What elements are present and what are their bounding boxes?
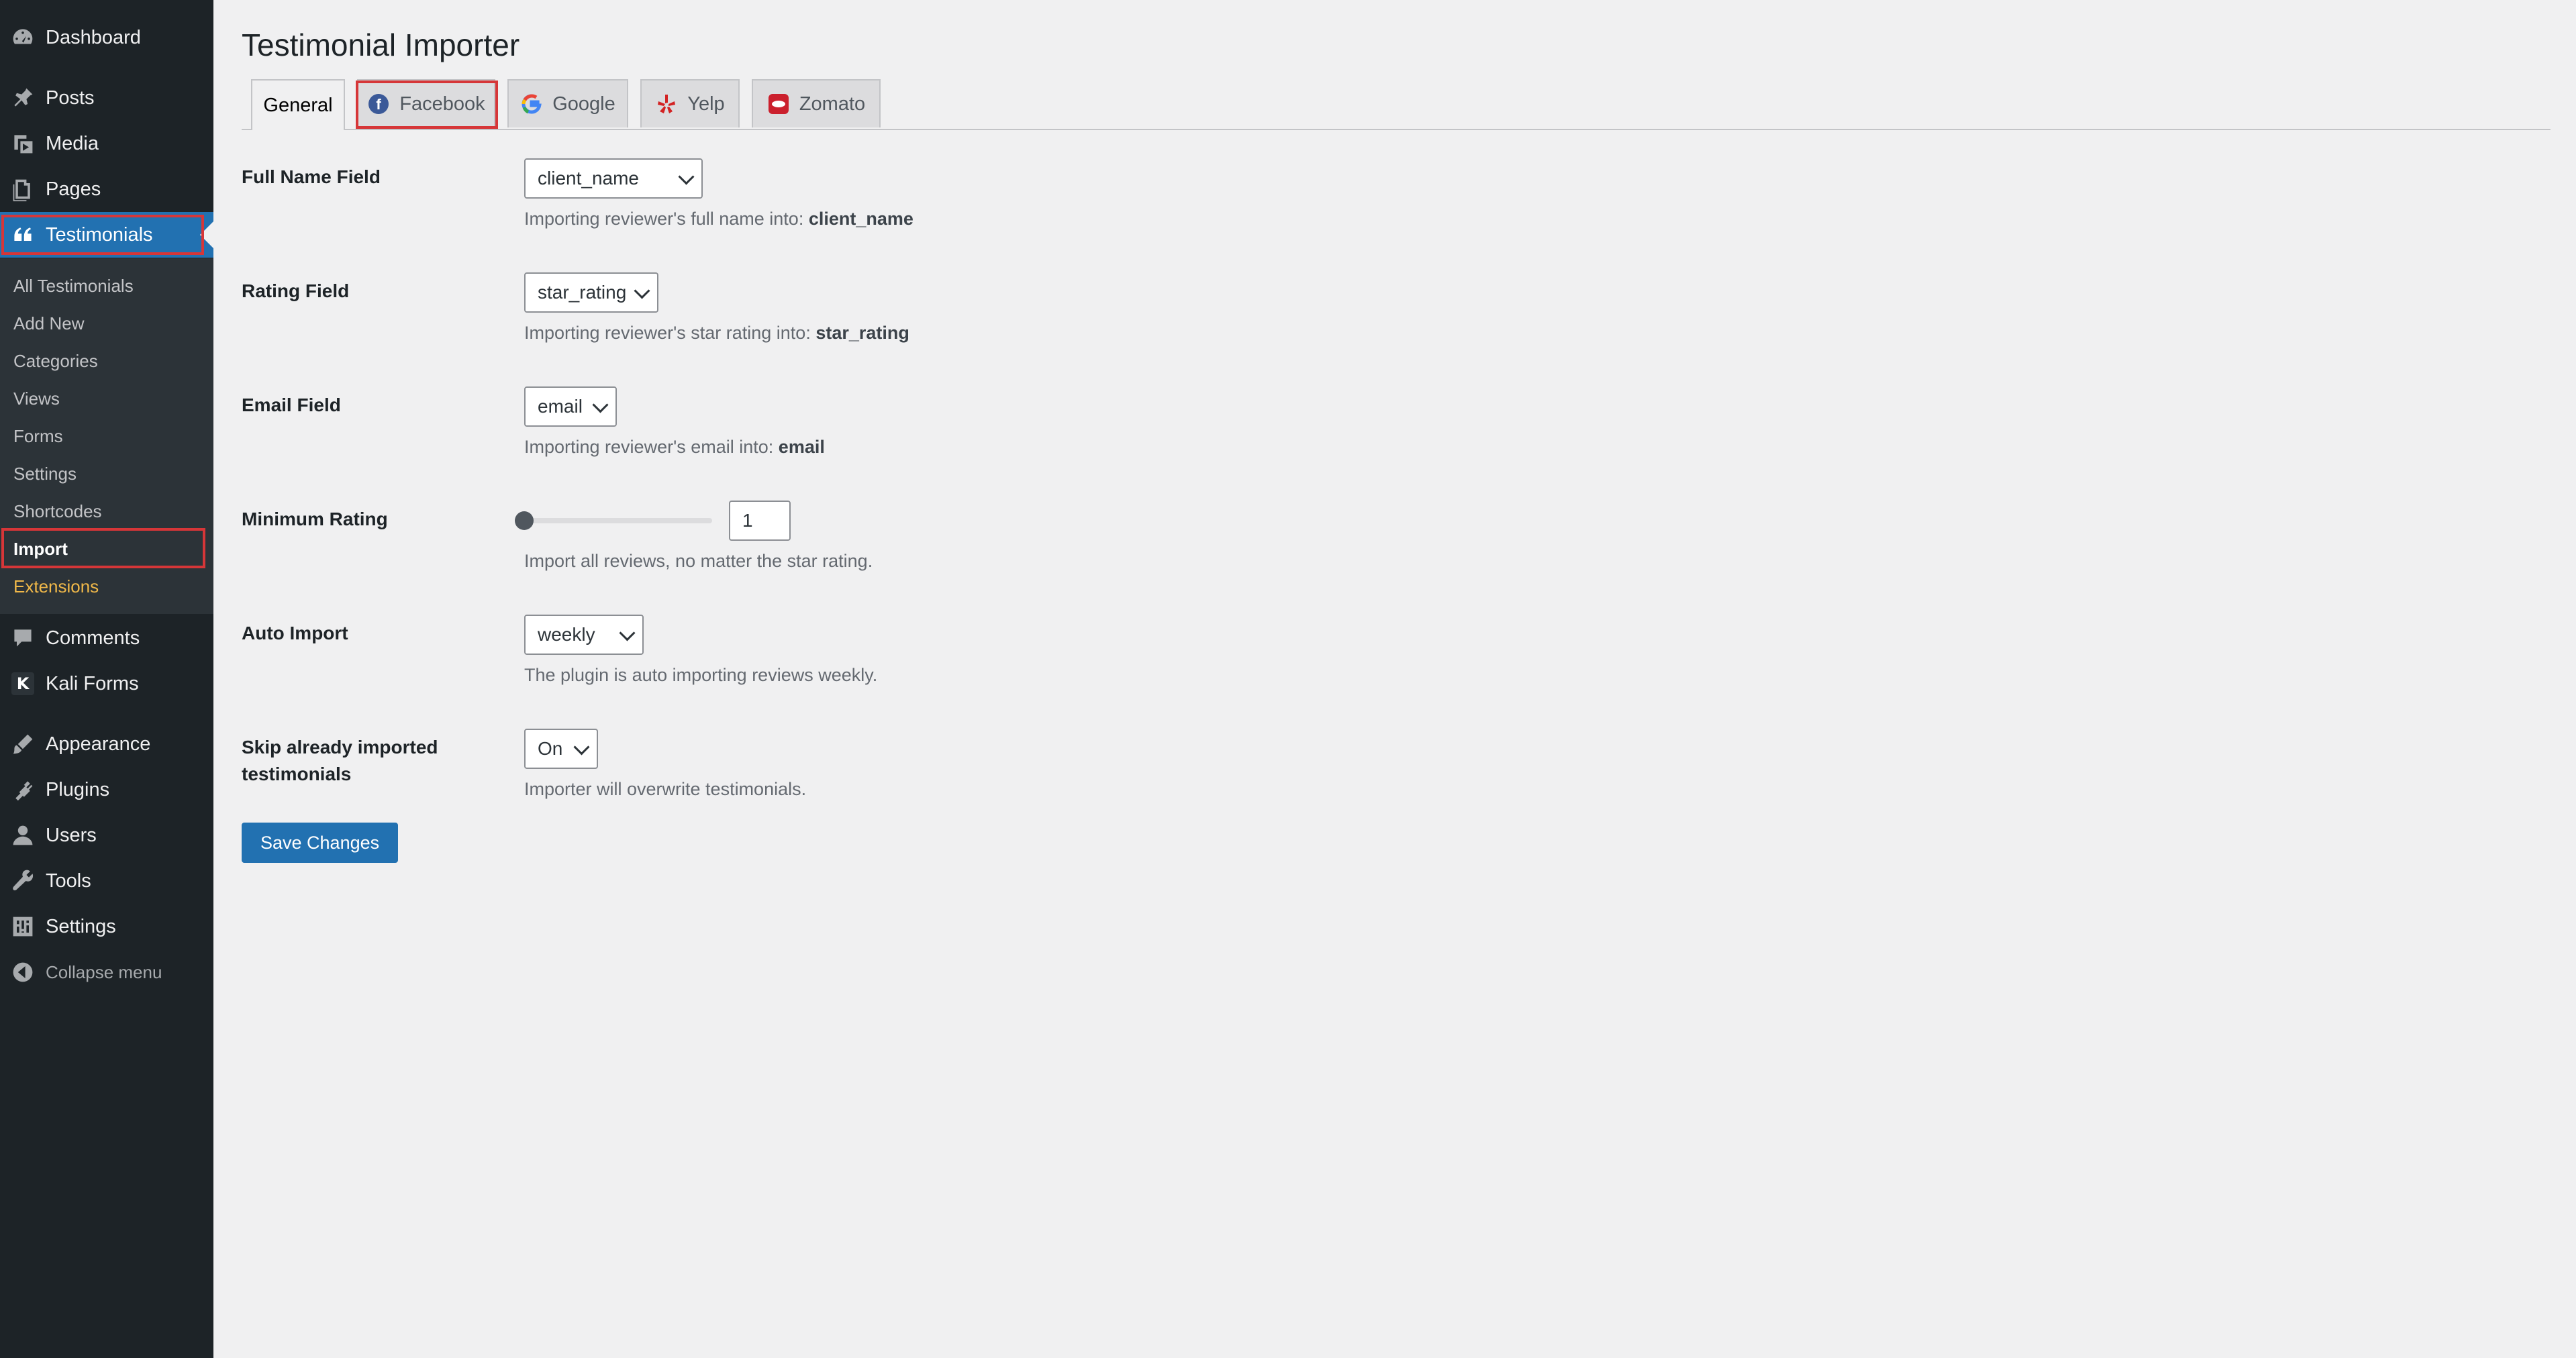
user-icon [0, 813, 46, 858]
svg-text:f: f [377, 96, 382, 113]
auto-import-description: The plugin is auto importing reviews wee… [524, 665, 878, 685]
submenu-settings[interactable]: Settings [13, 457, 77, 490]
menu-label: Kali Forms [46, 672, 139, 694]
tab-label: Facebook [399, 93, 485, 115]
menu-label: Pages [46, 178, 101, 200]
submenu-import[interactable]: Import [13, 532, 68, 566]
email-label: Email Field [242, 395, 341, 415]
tab-yelp[interactable]: Yelp [640, 79, 740, 127]
select-value: email [538, 396, 583, 417]
menu-label: Collapse menu [46, 961, 162, 982]
menu-appearance[interactable]: Appearance [0, 721, 213, 767]
auto-import-label: Auto Import [242, 623, 348, 643]
menu-label: Media [46, 132, 99, 154]
zomato-icon [767, 93, 790, 115]
plugin-icon [0, 767, 46, 813]
submenu-views[interactable]: Views [13, 382, 60, 415]
menu-dashboard[interactable]: Dashboard [0, 15, 213, 60]
chevron-down-icon [573, 739, 590, 755]
select-value: star_rating [538, 282, 627, 303]
dashboard-icon [0, 15, 46, 60]
menu-label: Tools [46, 870, 91, 892]
tab-label: Zomato [799, 93, 866, 115]
full-name-label: Full Name Field [242, 166, 381, 187]
submenu-all-testimonials[interactable]: All Testimonials [13, 269, 134, 303]
rating-select[interactable]: star_rating [524, 272, 658, 313]
submenu-shortcodes[interactable]: Shortcodes [13, 494, 102, 528]
collapse-icon [0, 949, 46, 995]
min-rating-input[interactable] [729, 501, 791, 541]
quote-icon [0, 212, 46, 258]
chevron-down-icon [678, 168, 695, 185]
pages-icon [0, 166, 46, 212]
brush-icon [0, 721, 46, 767]
rating-label: Rating Field [242, 280, 350, 301]
full-name-select[interactable]: client_name [524, 158, 703, 199]
menu-label: Comments [46, 627, 140, 649]
tab-label: General [263, 94, 333, 116]
select-value: On [538, 738, 563, 759]
menu-tools[interactable]: Tools [0, 858, 213, 904]
min-rating-slider-track[interactable] [524, 518, 712, 523]
tab-facebook[interactable]: f Facebook [357, 79, 495, 127]
submenu-forms[interactable]: Forms [13, 419, 63, 453]
page-title: Testimonial Importer [242, 28, 520, 62]
menu-settings[interactable]: Settings [0, 904, 213, 949]
tab-label: Google [552, 93, 615, 115]
pushpin-icon [0, 75, 46, 121]
menu-media[interactable]: Media [0, 121, 213, 166]
email-select[interactable]: email [524, 386, 617, 427]
menu-pages[interactable]: Pages [0, 166, 213, 212]
skip-imported-description: Importer will overwrite testimonials. [524, 779, 807, 799]
admin-sidebar: Dashboard Posts Media Pages Testimonials… [0, 0, 213, 1358]
menu-label: Plugins [46, 778, 110, 800]
menu-label: Users [46, 824, 97, 846]
settings-icon [0, 904, 46, 949]
menu-label: Dashboard [46, 26, 141, 48]
rating-description: Importing reviewer's star rating into: s… [524, 323, 909, 343]
select-value: weekly [538, 624, 595, 645]
collapse-menu-button[interactable]: Collapse menu [0, 949, 213, 995]
yelp-icon [655, 93, 678, 115]
save-changes-button[interactable]: Save Changes [242, 823, 399, 863]
tab-general[interactable]: General [251, 79, 345, 130]
tab-zomato[interactable]: Zomato [752, 79, 881, 127]
comments-icon [0, 615, 46, 661]
media-icon [0, 121, 46, 166]
menu-plugins[interactable]: Plugins [0, 767, 213, 813]
submenu-add-new[interactable]: Add New [13, 307, 85, 340]
facebook-icon: f [367, 93, 390, 115]
kali-forms-icon: K [0, 661, 46, 707]
google-icon [520, 93, 543, 115]
auto-import-select[interactable]: weekly [524, 615, 644, 655]
menu-label: Settings [46, 915, 116, 937]
menu-label: Appearance [46, 733, 151, 755]
skip-imported-select[interactable]: On [524, 729, 598, 769]
full-name-description: Importing reviewer's full name into: cli… [524, 209, 913, 229]
min-rating-slider-handle[interactable] [515, 511, 534, 530]
submenu-categories[interactable]: Categories [13, 344, 98, 378]
wrench-icon [0, 858, 46, 904]
min-rating-description: Import all reviews, no matter the star r… [524, 551, 873, 571]
menu-label: Testimonials [46, 223, 153, 246]
submenu-extensions[interactable]: Extensions [13, 570, 99, 603]
menu-users[interactable]: Users [0, 813, 213, 858]
select-value: client_name [538, 168, 639, 189]
chevron-down-icon [592, 397, 609, 413]
menu-label: Posts [46, 87, 95, 109]
menu-testimonials[interactable]: Testimonials [0, 212, 213, 258]
chevron-down-icon [619, 625, 636, 641]
email-description: Importing reviewer's email into: email [524, 437, 825, 457]
tab-label: Yelp [687, 93, 725, 115]
tab-google[interactable]: Google [507, 79, 628, 127]
menu-posts[interactable]: Posts [0, 75, 213, 121]
chevron-down-icon [634, 282, 650, 299]
tab-bar: General f Facebook Google Yelp Zomato [242, 79, 2550, 130]
skip-imported-label: Skip already imported testimonials [242, 737, 438, 784]
menu-comments[interactable]: Comments [0, 615, 213, 661]
min-rating-label: Minimum Rating [242, 509, 388, 529]
menu-kali-forms[interactable]: K Kali Forms [0, 661, 213, 707]
